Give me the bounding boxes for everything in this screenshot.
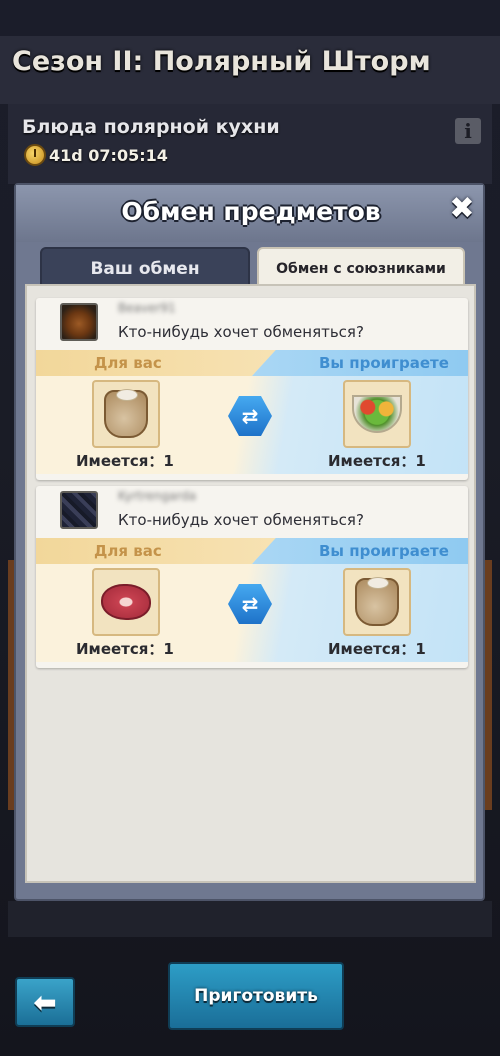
season-title: Сезон II: Полярный Шторм [12,46,431,77]
tab-ally-exchange[interactable]: Обмен с союзниками [257,247,465,287]
trade-offer-card[interactable]: Kyrtrengarda Кто-нибудь хочет обменяться… [36,486,468,668]
receive-item-slot[interactable] [92,380,160,448]
bottom-panel [8,901,492,937]
give-item-count: Имеется：1 [328,452,426,470]
give-item-count: Имеется：1 [328,640,426,658]
you-lose-label: Вы проиграете [319,354,449,372]
receive-item-slot[interactable] [92,568,160,636]
trade-offer-card[interactable]: Beaver91 Кто-нибудь хочет обменяться? Дл… [36,298,468,480]
username: Kyrtrengarda [118,489,197,503]
give-item-slot[interactable] [343,568,411,636]
item-exchange-dialog: Обмен предметов ✖ Ваш обмен Обмен с союз… [14,183,485,901]
username: Beaver91 [118,301,176,315]
swap-icon[interactable]: ⇄ [228,584,272,624]
offer-message: Кто-нибудь хочет обменяться? [118,323,364,341]
salad-bowl-icon [352,395,402,433]
receive-item-count: Имеется：1 [76,452,174,470]
dialog-title: Обмен предметов [121,197,381,226]
trade-row: Для вас Вы проиграете ⇄ Имеется：1 Имеетс… [36,538,468,662]
for-you-label: Для вас [94,354,162,372]
receive-item-count: Имеется：1 [76,640,174,658]
dark-avatar[interactable] [60,491,98,529]
trade-row: Для вас Вы проиграете ⇄ Имеется：1 Имеетс… [36,350,468,474]
swap-icon[interactable]: ⇄ [228,396,272,436]
offer-message: Кто-нибудь хочет обменяться? [118,511,364,529]
flour-sack-icon [104,389,148,438]
you-lose-label: Вы проиграете [319,542,449,560]
flour-sack-icon [355,577,399,626]
tab-your-exchange[interactable]: Ваш обмен [40,247,250,287]
meat-steak-icon [101,584,151,620]
cook-button[interactable]: Приготовить [168,962,344,1030]
timer-text: 41d 07:05:14 [49,145,168,165]
close-icon[interactable]: ✖ [448,194,476,224]
give-item-slot[interactable] [343,380,411,448]
event-title: Блюда полярной кухни [22,116,280,138]
arrow-left-icon: ⬅ [33,985,57,1019]
beaver-avatar[interactable] [60,303,98,341]
event-timer: 41d 07:05:14 [24,144,168,166]
info-icon[interactable]: i [455,118,481,144]
for-you-label: Для вас [94,542,162,560]
back-button[interactable]: ⬅ [15,977,75,1027]
offers-list: Beaver91 Кто-нибудь хочет обменяться? Дл… [25,284,476,883]
clock-icon [24,144,46,166]
background-decoration [484,560,492,810]
